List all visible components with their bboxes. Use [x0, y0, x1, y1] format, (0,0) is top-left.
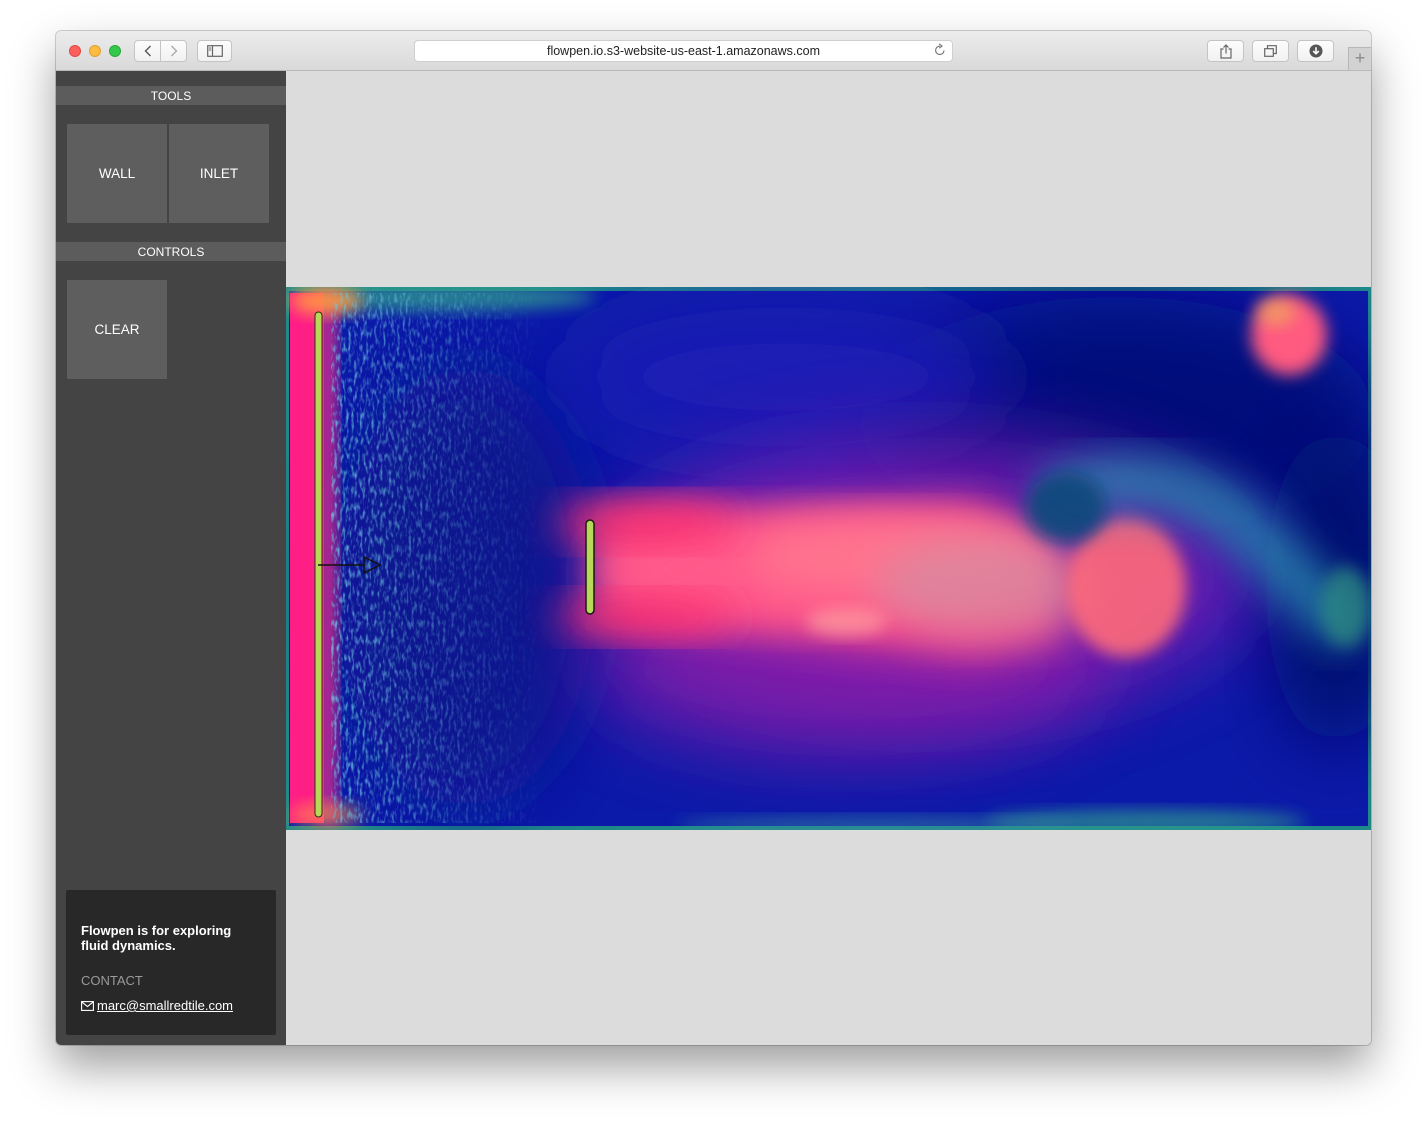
address-bar[interactable]: flowpen.io.s3-website-us-east-1.amazonaw… — [414, 40, 953, 62]
url-text: flowpen.io.s3-website-us-east-1.amazonaw… — [546, 44, 821, 58]
sidebar: TOOLS WALL INLET CONTROLS CLEAR Flowpen … — [56, 71, 286, 1045]
fluid-simulation-canvas[interactable] — [286, 287, 1371, 830]
back-button[interactable] — [134, 40, 161, 62]
reload-button[interactable] — [934, 43, 946, 59]
main-area — [286, 71, 1371, 1045]
forward-icon — [170, 45, 177, 57]
mail-icon — [81, 1000, 94, 1011]
nav-buttons — [134, 40, 187, 62]
sidebar-icon — [206, 45, 223, 57]
email-row: marc@smallredtile.com — [81, 998, 261, 1013]
obstacle-wall[interactable] — [585, 519, 595, 615]
app-description: Flowpen is for exploring fluid dynamics. — [81, 923, 232, 953]
back-icon — [144, 45, 151, 57]
share-button[interactable] — [1207, 40, 1244, 62]
contact-label: CONTACT — [81, 973, 143, 988]
new-tab-button[interactable]: + — [1348, 47, 1371, 70]
downloads-button[interactable] — [1297, 40, 1334, 62]
reload-icon — [935, 43, 945, 56]
share-icon — [1219, 43, 1232, 59]
browser-window: flowpen.io.s3-website-us-east-1.amazonaw… — [56, 31, 1371, 1045]
contact-email-link[interactable]: marc@smallredtile.com — [97, 998, 233, 1013]
tools-header: TOOLS — [56, 86, 286, 105]
plus-icon: + — [1354, 48, 1366, 68]
close-window-button[interactable] — [69, 45, 81, 57]
forward-button[interactable] — [160, 40, 187, 62]
show-sidebar-button[interactable] — [197, 40, 232, 62]
minimize-window-button[interactable] — [89, 45, 101, 57]
inlet-tool-button[interactable]: INLET — [169, 124, 269, 223]
zoom-window-button[interactable] — [109, 45, 121, 57]
browser-toolbar: flowpen.io.s3-website-us-east-1.amazonaw… — [56, 31, 1371, 71]
info-panel: Flowpen is for exploring fluid dynamics.… — [66, 890, 276, 1035]
tabs-icon — [1264, 45, 1277, 57]
show-tabs-button[interactable] — [1252, 40, 1289, 62]
controls-header: CONTROLS — [56, 242, 286, 261]
download-icon — [1309, 44, 1322, 58]
clear-button[interactable]: CLEAR — [67, 280, 167, 379]
wall-tool-button[interactable]: WALL — [67, 124, 167, 223]
